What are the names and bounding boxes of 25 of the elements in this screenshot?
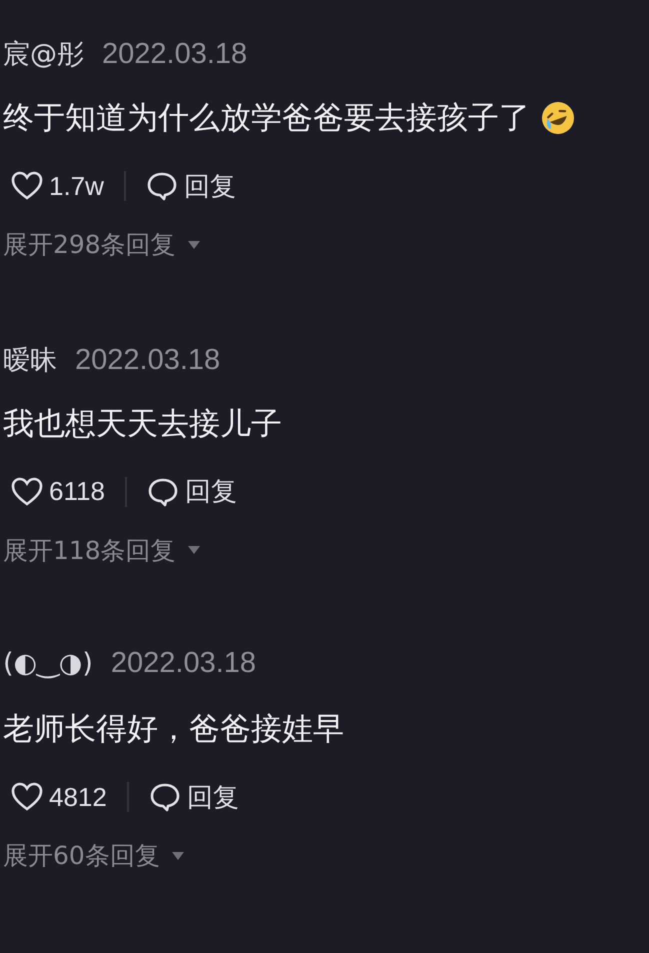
laughing-emoji-icon (540, 100, 576, 136)
comment-text: 我也想天天去接儿子 (3, 404, 282, 444)
expand-replies-button[interactable]: 展开118条回复 (3, 534, 200, 567)
comment-date: 2022.03.18 (75, 344, 220, 377)
comment-icon (146, 171, 178, 201)
expand-replies-button[interactable]: 展开298条回复 (3, 228, 200, 261)
reply-button[interactable]: 回复 (146, 168, 236, 204)
expand-replies-button[interactable]: 展开60条回复 (3, 839, 184, 872)
comment-date: 2022.03.18 (102, 38, 248, 71)
comment-text: 终于知道为什么放学爸爸要去接孩子了 (3, 99, 530, 138)
reply-button[interactable]: 回复 (148, 780, 239, 815)
like-button[interactable]: 6118 (11, 476, 105, 508)
caret-icon (188, 546, 200, 554)
comment-icon (146, 476, 179, 507)
like-button[interactable]: 1.7w (11, 170, 104, 202)
caret-icon (188, 240, 200, 248)
username[interactable]: 宸@彤 (3, 36, 84, 72)
username[interactable]: (◐‿◑) (3, 648, 93, 680)
comment-icon (148, 782, 181, 812)
username[interactable]: 暧昧 (3, 342, 57, 378)
comment-text: 老师长得好，爸爸接娃早 (3, 710, 344, 750)
like-button[interactable]: 4812 (11, 782, 107, 813)
caret-icon (172, 852, 184, 860)
reply-button[interactable]: 回复 (146, 474, 237, 510)
comment-date: 2022.03.18 (110, 647, 256, 680)
